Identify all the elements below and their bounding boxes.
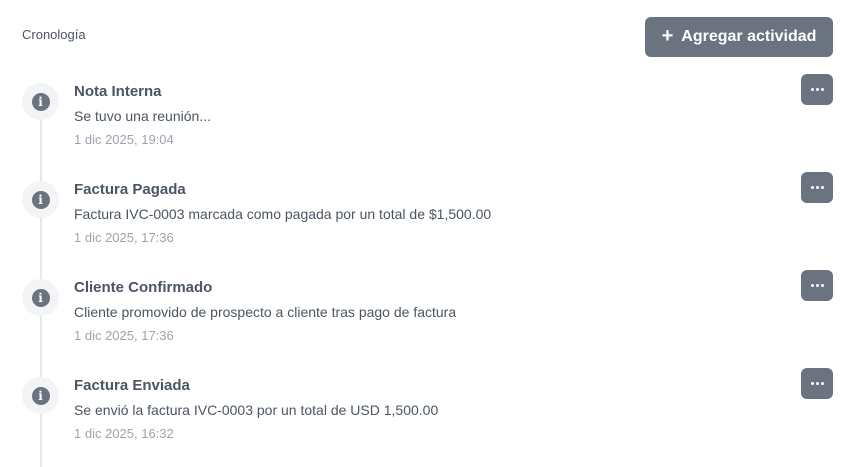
add-activity-button[interactable]: + Agregar actividad [645, 17, 833, 57]
timeline-item-timestamp: 1 dic 2025, 19:04 [74, 132, 174, 147]
timeline-item: i Nota Interna Se tuvo una reunión... 1 … [0, 74, 855, 181]
timeline-marker: i [22, 279, 59, 316]
timeline-panel: Cronología + Agregar actividad i Nota In… [0, 0, 855, 467]
timeline-item-description: Factura IVC-0003 marcada como pagada por… [74, 206, 492, 222]
more-options-button[interactable] [801, 368, 833, 399]
info-icon: i [31, 386, 50, 405]
timeline-item-timestamp: 1 dic 2025, 17:36 [74, 230, 174, 245]
ellipsis-icon [810, 284, 824, 287]
ellipsis-icon [810, 382, 824, 385]
timeline-marker: i [22, 181, 59, 218]
timeline-item-title: Cliente Confirmado [74, 279, 213, 296]
plus-icon: + [661, 25, 674, 47]
timeline-item: i Cliente Confirmado Cliente promovido d… [0, 270, 855, 377]
add-activity-label: Agregar actividad [681, 28, 817, 45]
ellipsis-icon [810, 88, 824, 91]
timeline-item-timestamp: 1 dic 2025, 16:32 [74, 426, 174, 441]
timeline-item: i Factura Enviada Se envió la factura IV… [0, 368, 855, 467]
info-icon: i [31, 92, 50, 111]
info-icon: i [31, 190, 50, 209]
timeline-item-title: Nota Interna [74, 83, 162, 100]
section-title: Cronología [22, 27, 86, 42]
more-options-button[interactable] [801, 74, 833, 105]
timeline-item-description: Se tuvo una reunión... [74, 108, 211, 124]
more-options-button[interactable] [801, 172, 833, 203]
timeline-item-title: Factura Enviada [74, 377, 190, 394]
timeline-item-description: Se envió la factura IVC-0003 por un tota… [74, 402, 439, 418]
timeline-marker: i [22, 377, 59, 414]
ellipsis-icon [810, 186, 824, 189]
timeline-item-timestamp: 1 dic 2025, 17:36 [74, 328, 174, 343]
timeline-item-title: Factura Pagada [74, 181, 186, 198]
more-options-button[interactable] [801, 270, 833, 301]
timeline-marker: i [22, 83, 59, 120]
timeline-item-description: Cliente promovido de prospecto a cliente… [74, 304, 457, 320]
timeline-item: i Factura Pagada Factura IVC-0003 marcad… [0, 172, 855, 279]
info-icon: i [31, 288, 50, 307]
